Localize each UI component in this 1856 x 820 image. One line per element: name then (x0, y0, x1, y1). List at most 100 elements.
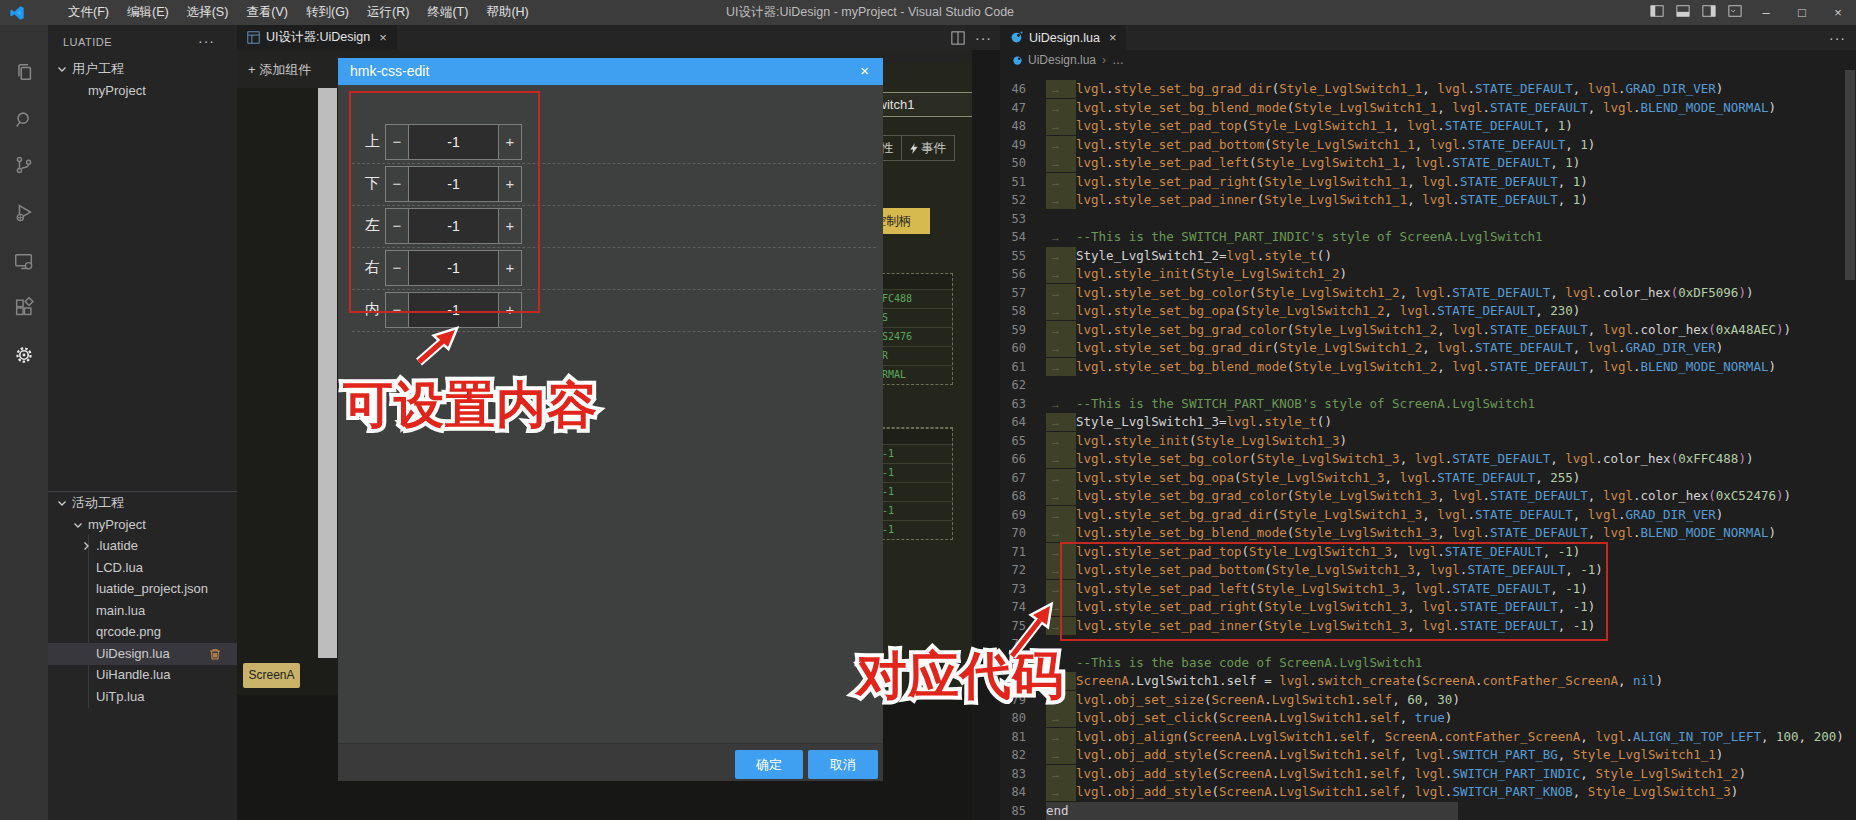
tab-ui-designer[interactable]: UI设计器:UiDesign × (237, 25, 397, 50)
title-bar: 文件(F)编辑(E)选择(S)查看(V)转到(G)运行(R)终端(T)帮助(H)… (0, 0, 1856, 25)
lightning-icon (910, 143, 918, 154)
editor-actions-more-icon[interactable]: ··· (975, 30, 992, 46)
current-line-highlight (1046, 802, 1458, 820)
code-line-62: 62 (1000, 376, 1856, 395)
code-line-63: 63→--This is the SWITCH_PART_KNOB's styl… (1000, 395, 1856, 414)
designer-tabbar-actions[interactable]: ··· (951, 25, 992, 50)
tree-item-用户工程[interactable]: 用户工程 (48, 58, 237, 80)
tree-item-main.lua[interactable]: main.lua (48, 600, 237, 622)
dialog-title: hmk-css-edit (350, 63, 429, 79)
code-line-78: 78→ScreenA.LvglSwitch1.self = lvgl.switc… (1000, 672, 1856, 691)
search-icon[interactable] (13, 109, 35, 131)
tree-item-UiTp.lua[interactable]: UiTp.lua (48, 686, 237, 708)
sidebar-more-icon[interactable]: ··· (198, 33, 215, 49)
minimize-button[interactable]: – (1748, 0, 1784, 25)
designer-tab-bar: UI设计器:UiDesign × ··· (237, 25, 1000, 50)
tree-item-UiHandle.lua[interactable]: UiHandle.lua (48, 664, 237, 686)
editor-actions-more-icon[interactable]: ··· (1829, 30, 1846, 46)
close-button[interactable]: × (1820, 0, 1856, 25)
lua-file-icon (1010, 31, 1023, 44)
property-value[interactable]: -1 (878, 520, 952, 539)
property-value[interactable]: R (878, 346, 952, 365)
property-value[interactable]: -1 (878, 482, 952, 501)
style-value-group: FC488SS2476RRMAL (877, 273, 953, 385)
menu-item-1[interactable]: 编辑(E) (118, 0, 178, 25)
code-line-53: 53 (1000, 210, 1856, 229)
explorer-icon[interactable] (13, 61, 35, 83)
menu-bar: 文件(F)编辑(E)选择(S)查看(V)转到(G)运行(R)终端(T)帮助(H) (59, 0, 538, 25)
menu-item-5[interactable]: 运行(R) (358, 0, 418, 25)
property-value[interactable]: FC488 (878, 289, 952, 308)
code-line-60: 60→lvgl.style_set_bg_grad_dir(Style_Lvgl… (1000, 339, 1856, 358)
remote-explorer-icon[interactable] (13, 251, 35, 273)
tree-item-myProject[interactable]: myProject (48, 80, 237, 102)
code-line-61: 61→lvgl.style_set_bg_blend_mode(Style_Lv… (1000, 358, 1856, 377)
breadcrumb[interactable]: UiDesign.lua › … (1000, 50, 1856, 70)
extensions-icon[interactable] (13, 297, 35, 319)
tab-close-icon[interactable]: × (379, 30, 387, 45)
annotation-arrow-1 (405, 318, 475, 373)
tab-close-icon[interactable]: × (1109, 30, 1117, 45)
lua-file-icon (1012, 55, 1023, 66)
code-line-64: 64→Style_LvglSwitch1_3=lvgl.style_t() (1000, 413, 1856, 432)
maximize-button[interactable]: □ (1784, 0, 1820, 25)
code-line-65: 65→lvgl.style_init(Style_LvglSwitch1_3) (1000, 432, 1856, 451)
ok-button[interactable]: 确定 (735, 750, 803, 779)
code-line-70: 70→lvgl.style_set_bg_blend_mode(Style_Lv… (1000, 524, 1856, 543)
tree-item-luatide_project.json[interactable]: luatide_project.json (48, 578, 237, 600)
toggle-secondary-sidebar-icon[interactable] (1696, 4, 1722, 22)
tree-item-myProject[interactable]: myProject (48, 514, 237, 536)
toggle-sidebar-icon[interactable] (1644, 4, 1670, 22)
tree-item-qrcode.png[interactable]: qrcode.png (48, 621, 237, 643)
code-line-47: 47→lvgl.style_set_bg_blend_mode(Style_Lv… (1000, 99, 1856, 118)
editor-scrollbar[interactable] (1845, 70, 1855, 280)
property-value[interactable]: S (878, 308, 952, 327)
run-debug-icon[interactable] (13, 202, 35, 224)
property-value[interactable]: RMAL (878, 365, 952, 384)
designer-canvas-edge (318, 88, 337, 658)
cancel-button[interactable]: 取消 (808, 750, 878, 779)
screen-tab-screena[interactable]: ScreenA (243, 663, 300, 688)
breadcrumb-separator: › (1102, 53, 1106, 67)
luatide-gear-icon[interactable] (13, 344, 35, 366)
code-line-67: 67→lvgl.style_set_bg_opa(Style_LvglSwitc… (1000, 469, 1856, 488)
menu-item-6[interactable]: 终端(T) (418, 0, 477, 25)
dialog-footer: 确定 取消 (338, 743, 883, 781)
code-line-55: 55→Style_LvglSwitch1_2=lvgl.style_t() (1000, 247, 1856, 266)
window-title: UI设计器:UiDesign - myProject - Visual Stud… (640, 0, 1100, 25)
tree-item-活动工程[interactable]: 活动工程 (48, 492, 237, 514)
menu-item-4[interactable]: 转到(G) (297, 0, 358, 25)
menu-item-3[interactable]: 查看(V) (237, 0, 297, 25)
property-value[interactable]: -1 (878, 444, 952, 463)
tree-item-.luatide[interactable]: .luatide (48, 535, 237, 557)
code-line-57: 57→lvgl.style_set_bg_color(Style_LvglSwi… (1000, 284, 1856, 303)
code-line-54: 54→--This is the SWITCH_PART_INDIC's sty… (1000, 228, 1856, 247)
code-line-51: 51→lvgl.style_set_pad_right(Style_LvglSw… (1000, 173, 1856, 192)
menu-item-2[interactable]: 选择(S) (178, 0, 238, 25)
sidebar-title: LUATIDE (63, 36, 112, 48)
designer-tab-icon (247, 31, 260, 44)
editor-tabbar-actions[interactable]: ··· (1829, 25, 1846, 50)
tab-uidesign-lua[interactable]: UiDesign.lua × (1000, 25, 1126, 50)
add-component-button[interactable]: + 添加组件 (248, 61, 311, 79)
tree-item-UiDesign.lua[interactable]: UiDesign.lua (48, 643, 237, 665)
split-editor-icon[interactable] (951, 31, 965, 45)
menu-item-7[interactable]: 帮助(H) (477, 0, 537, 25)
annotation-arrow-2 (998, 588, 1068, 663)
toggle-panel-icon[interactable] (1670, 4, 1696, 22)
tab-events[interactable]: 事件 (902, 136, 954, 160)
code-line-66: 66→lvgl.style_set_bg_color(Style_LvglSwi… (1000, 450, 1856, 469)
property-value[interactable]: -1 (878, 501, 952, 520)
dialog-close-icon[interactable]: × (860, 62, 869, 79)
group-header (878, 429, 952, 444)
customize-layout-icon[interactable] (1722, 4, 1748, 22)
menu-item-0[interactable]: 文件(F) (59, 0, 118, 25)
code-area[interactable]: 46→lvgl.style_set_bg_grad_dir(Style_Lvgl… (1000, 70, 1856, 820)
code-line-52: 52→lvgl.style_set_pad_inner(Style_LvglSw… (1000, 191, 1856, 210)
property-value[interactable]: S2476 (878, 327, 952, 346)
dialog-header[interactable]: hmk-css-edit × (338, 58, 883, 85)
code-line-82: 82→lvgl.obj_add_style(ScreenA.LvglSwitch… (1000, 746, 1856, 765)
property-value[interactable]: -1 (878, 463, 952, 482)
source-control-icon[interactable] (13, 154, 35, 176)
tree-item-LCD.lua[interactable]: LCD.lua (48, 557, 237, 579)
